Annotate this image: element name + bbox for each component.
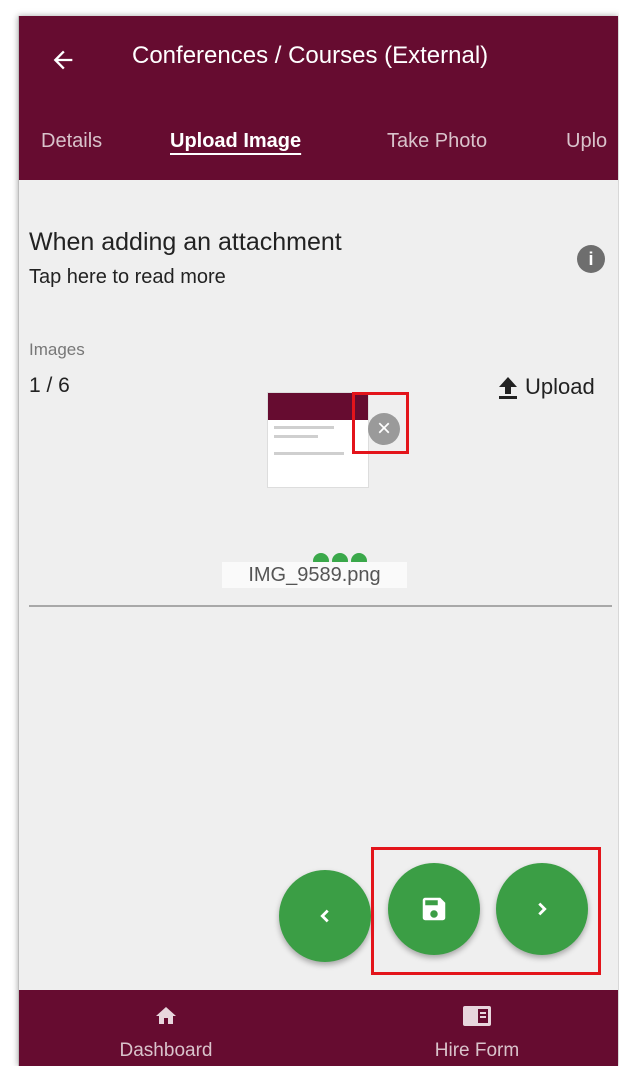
app-screen: Conferences / Courses (External) Details… xyxy=(18,16,618,1066)
tab-details[interactable]: Details xyxy=(41,130,102,153)
nav-hire-form[interactable]: Hire Form xyxy=(377,990,577,1066)
page-title: Conferences / Courses (External) xyxy=(132,42,489,69)
tab-upload-image[interactable]: Upload Image xyxy=(170,130,301,153)
arrow-left-icon[interactable] xyxy=(49,46,77,74)
tab-upload-overflow[interactable]: Uplo xyxy=(566,130,607,153)
info-icon[interactable]: i xyxy=(577,245,605,273)
upload-button[interactable]: Upload xyxy=(497,372,595,402)
upload-label: Upload xyxy=(525,374,595,399)
previous-button[interactable] xyxy=(279,870,371,962)
form-icon xyxy=(463,1006,491,1026)
tab-take-photo[interactable]: Take Photo xyxy=(387,130,487,153)
actions-highlight-box xyxy=(371,847,601,975)
upload-icon xyxy=(499,377,517,399)
chevron-left-icon xyxy=(320,909,329,923)
images-count: 1 / 6 xyxy=(29,374,70,397)
images-label: Images xyxy=(29,340,85,359)
close-icon[interactable]: × xyxy=(368,413,400,445)
home-icon xyxy=(156,1007,176,1024)
nav-dashboard[interactable]: Dashboard xyxy=(66,990,266,1066)
attachment-filename: IMG_9589.png xyxy=(222,562,407,588)
read-more-link[interactable]: Tap here to read more xyxy=(29,266,226,289)
nav-dashboard-label: Dashboard xyxy=(119,1040,213,1061)
divider xyxy=(29,605,612,607)
app-bar: Conferences / Courses (External) Details… xyxy=(19,16,618,180)
attachment-info-heading[interactable]: When adding an attachment xyxy=(29,228,342,257)
bottom-navigation: Dashboard Hire Form xyxy=(19,990,618,1066)
tab-bar: Details Upload Image Take Photo Uplo xyxy=(19,126,618,180)
nav-hire-form-label: Hire Form xyxy=(434,1040,520,1061)
